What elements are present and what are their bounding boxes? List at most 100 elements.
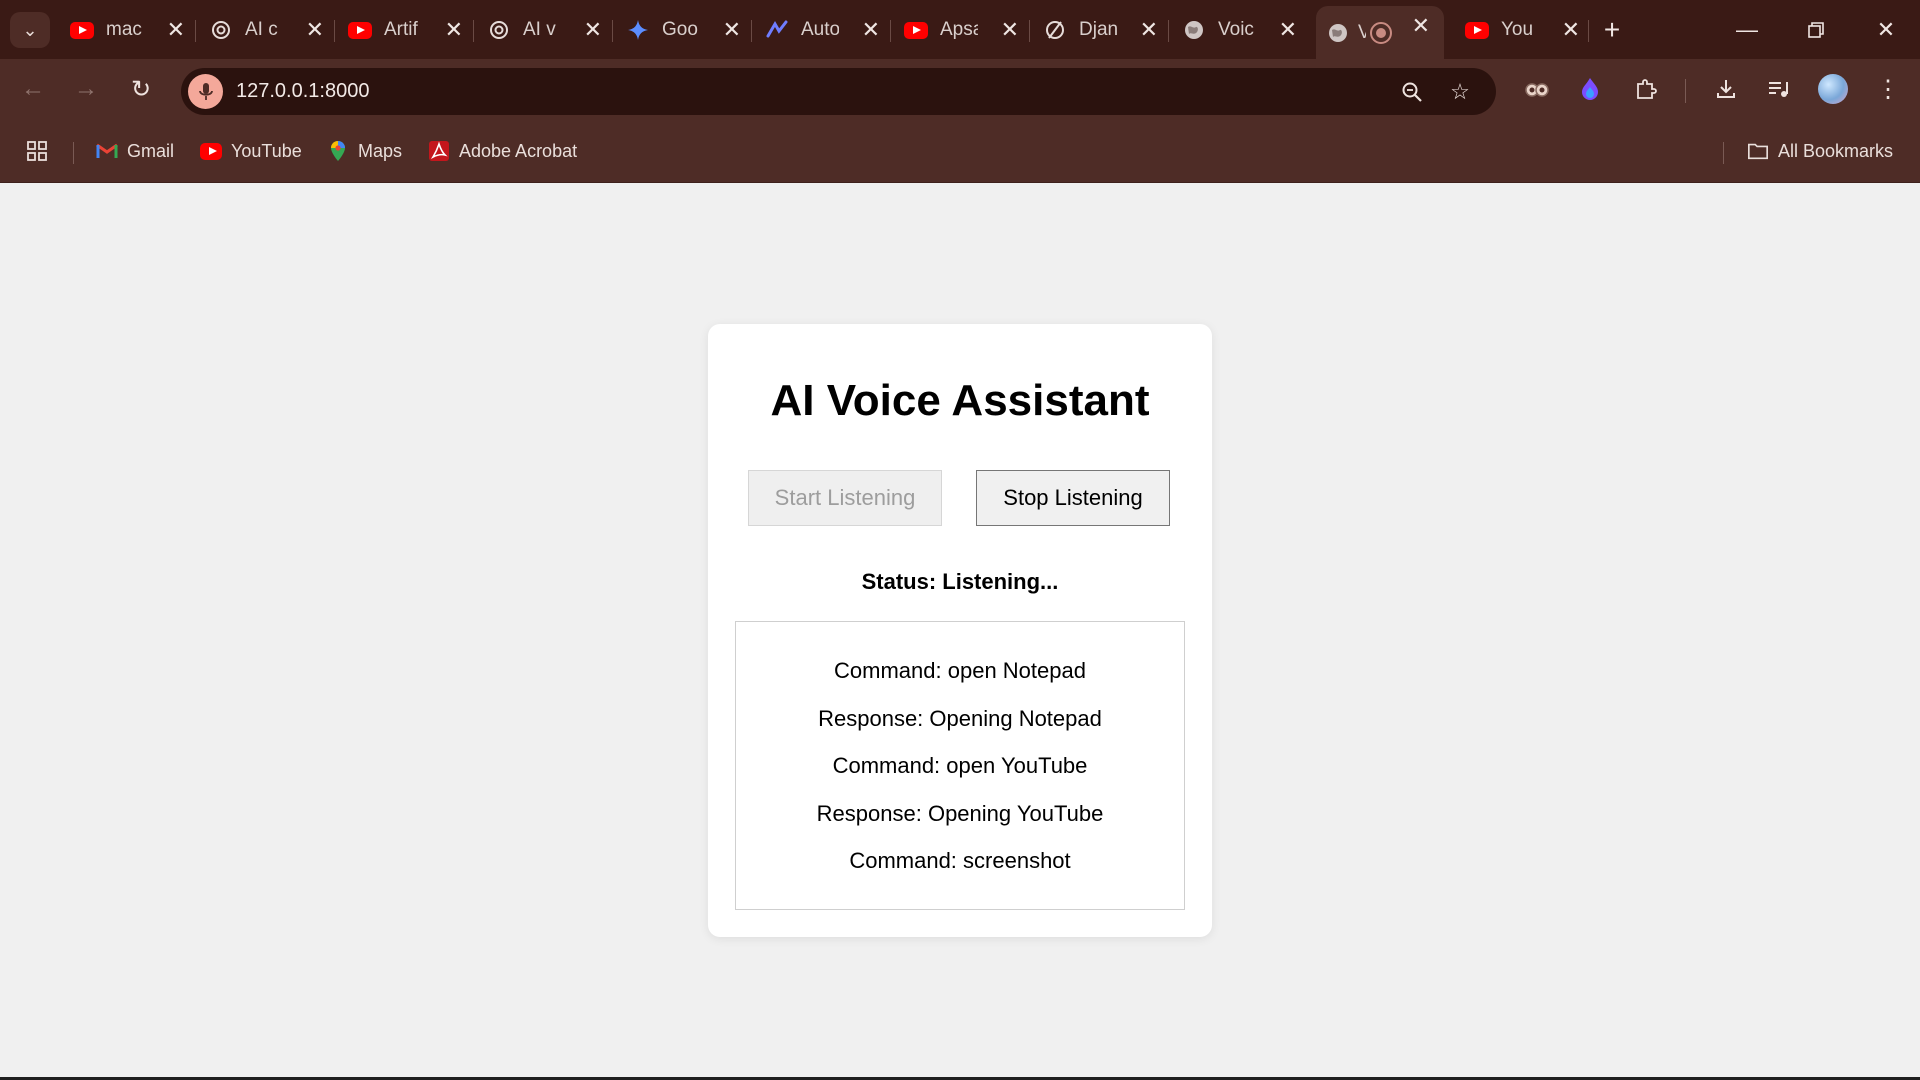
arrow-left-icon: ←	[21, 75, 45, 102]
restore-button[interactable]	[1786, 8, 1846, 52]
close-icon[interactable]: ✕	[862, 19, 880, 41]
bookmark-gmail[interactable]: Gmail	[96, 136, 174, 166]
close-icon[interactable]: ✕	[723, 19, 741, 41]
close-icon[interactable]: ✕	[1001, 19, 1019, 41]
close-icon[interactable]: ✕	[445, 19, 463, 41]
tab-4[interactable]: Goo ✕	[616, 10, 755, 50]
apps-grid-icon[interactable]	[26, 136, 48, 166]
media-control-icon[interactable]	[1759, 69, 1799, 109]
microphone-in-use-chip[interactable]	[188, 74, 223, 109]
bookmark-adobe-acrobat[interactable]: Adobe Acrobat	[428, 136, 577, 166]
forward-button[interactable]: →	[66, 69, 106, 109]
tab-divider	[473, 20, 474, 42]
tool-icon	[765, 18, 789, 42]
url-text[interactable]: 127.0.0.1:8000	[236, 80, 369, 103]
arrow-right-icon: →	[74, 75, 98, 102]
youtube-icon	[70, 18, 94, 42]
log-entry: Command: open YouTube	[832, 753, 1088, 778]
reload-button[interactable]: ↻	[121, 69, 161, 109]
log-entry: Response: Opening YouTube	[816, 800, 1104, 826]
minimize-icon: —	[1736, 17, 1758, 42]
tab-3[interactable]: AI v ✕	[477, 10, 616, 50]
log-entry: Command: open Notepad	[834, 658, 1086, 683]
tab-title: AI c	[245, 19, 278, 40]
tab-strip: ⌄ mac ✕ AI c ✕ Artif ✕ AI v ✕ Goo ✕ Auto…	[0, 0, 1920, 59]
tab-divider	[751, 20, 752, 42]
close-icon[interactable]: ✕	[1140, 19, 1158, 41]
plus-icon: +	[1603, 14, 1621, 45]
tab-title: mac	[106, 19, 142, 40]
tab-1[interactable]: AI c ✕	[199, 10, 338, 50]
bookmark-label: Gmail	[127, 140, 175, 161]
restore-icon	[1808, 22, 1824, 38]
tab-5[interactable]: Auto ✕	[755, 10, 894, 50]
openai-icon	[487, 18, 511, 42]
youtube-icon	[200, 140, 222, 162]
tab-title: Artif	[384, 19, 418, 40]
stop-listening-button[interactable]: Stop Listening	[976, 470, 1170, 526]
close-icon[interactable]: ✕	[1412, 15, 1430, 37]
back-button[interactable]: ←	[13, 69, 53, 109]
close-icon[interactable]: ✕	[167, 19, 185, 41]
menu-kebab-icon[interactable]: ⋮	[1868, 69, 1908, 109]
profile-avatar[interactable]	[1813, 69, 1853, 109]
close-icon[interactable]: ✕	[306, 19, 324, 41]
tab-title: Goo	[662, 19, 698, 40]
globe-icon	[1182, 18, 1206, 42]
reload-icon: ↻	[130, 75, 152, 103]
tab-7[interactable]: Djan ✕	[1033, 10, 1172, 50]
bookmarks-bar: Gmail YouTube Maps Adobe Acrobat All Boo…	[0, 120, 1920, 183]
tab-title: You	[1501, 19, 1534, 40]
bookmark-label: Maps	[358, 140, 403, 161]
tab-10[interactable]: You ✕	[1455, 10, 1594, 50]
tab-2[interactable]: Artif ✕	[338, 10, 477, 50]
openai-icon	[209, 18, 233, 42]
bookmark-star-icon[interactable]: ☆	[1445, 77, 1475, 107]
page-title: AI Voice Assistant	[770, 376, 1150, 425]
tab-6[interactable]: Apsa ✕	[894, 10, 1033, 50]
django-icon	[1043, 18, 1067, 42]
tab-divider	[1029, 20, 1030, 42]
extensions-puzzle-icon[interactable]	[1626, 69, 1666, 109]
minimize-button[interactable]: —	[1717, 8, 1777, 52]
youtube-icon	[904, 18, 928, 42]
all-bookmarks-label: All Bookmarks	[1778, 140, 1894, 161]
extension-incognito-icon[interactable]	[1517, 69, 1557, 109]
close-icon[interactable]: ✕	[1279, 19, 1297, 41]
close-icon[interactable]: ✕	[584, 19, 602, 41]
tab-title: AI v	[523, 19, 556, 40]
globe-icon	[1326, 21, 1350, 45]
start-listening-button[interactable]: Start Listening	[748, 470, 942, 526]
downloads-icon[interactable]	[1706, 69, 1746, 109]
log-entry: Command: screenshot	[849, 848, 1071, 873]
tab-8[interactable]: Voic ✕	[1172, 10, 1311, 50]
close-window-button[interactable]: ✕	[1856, 8, 1916, 52]
tab-divider	[890, 20, 891, 42]
zoom-icon[interactable]	[1397, 77, 1427, 107]
close-icon[interactable]: ✕	[1562, 19, 1580, 41]
recording-icon	[1370, 21, 1392, 44]
toolbar-divider	[1685, 79, 1686, 103]
extension-flame-icon[interactable]	[1570, 69, 1610, 109]
status-text: Status: Listening...	[861, 569, 1059, 594]
conversation-log: Command: open Notepad Response: Opening …	[735, 621, 1185, 910]
tab-search-button[interactable]: ⌄	[10, 12, 50, 48]
all-bookmarks-button[interactable]: All Bookmarks	[1747, 136, 1893, 166]
gemini-icon	[626, 18, 650, 42]
tab-title: Djan	[1079, 19, 1117, 40]
tab-9-active[interactable]: V ✕	[1316, 6, 1444, 59]
tab-divider	[1168, 20, 1169, 42]
tab-divider	[195, 20, 196, 42]
tab-title: Apsa	[940, 19, 978, 40]
maps-icon	[327, 140, 349, 162]
microphone-icon	[198, 82, 213, 100]
bookmark-maps[interactable]: Maps	[327, 136, 402, 166]
tab-divider	[334, 20, 335, 42]
browser-toolbar: ← → ↻ 127.0.0.1:8000 ☆ ⋮	[0, 59, 1920, 120]
tab-0[interactable]: mac ✕	[60, 10, 199, 50]
address-bar[interactable]: 127.0.0.1:8000 ☆	[181, 68, 1496, 115]
tab-divider	[1588, 20, 1589, 42]
bookmark-youtube[interactable]: YouTube	[200, 136, 302, 166]
new-tab-button[interactable]: +	[1592, 12, 1632, 48]
bookmark-label: YouTube	[231, 140, 302, 161]
